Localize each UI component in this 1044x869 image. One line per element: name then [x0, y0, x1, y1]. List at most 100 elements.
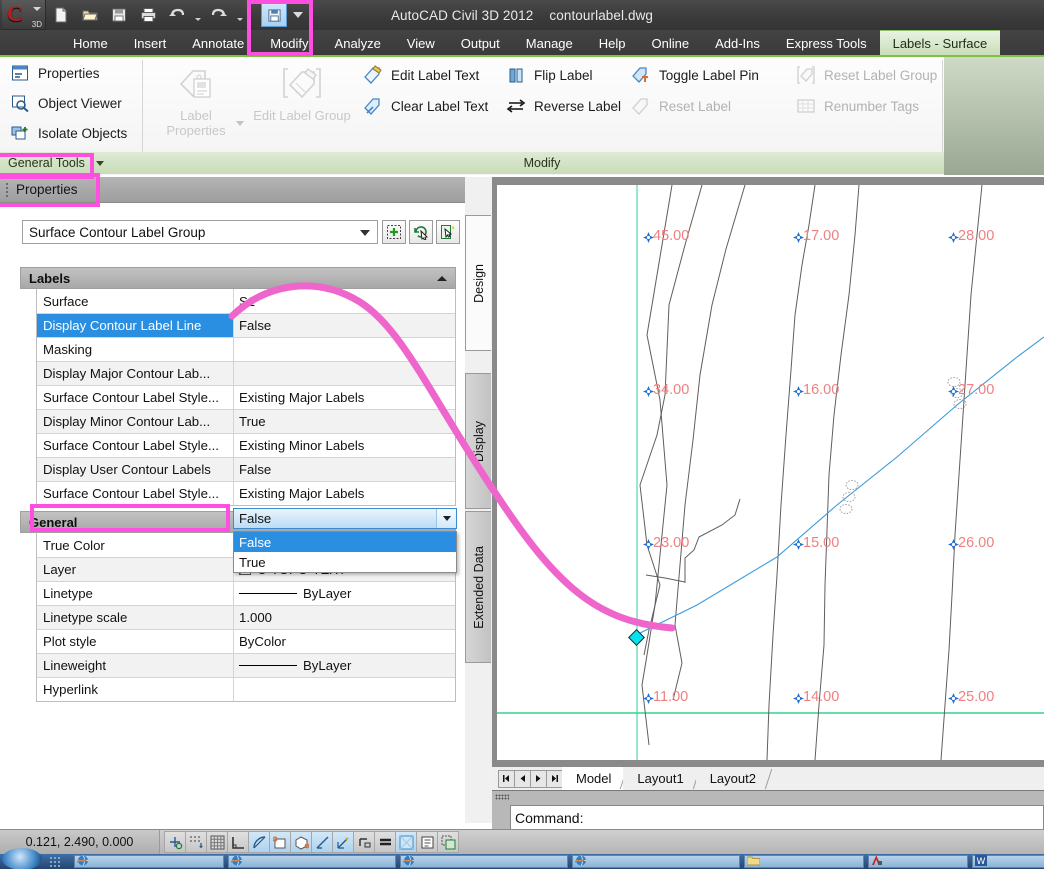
select-objects-icon[interactable]	[409, 220, 433, 244]
ribbon-button-clear-label-text[interactable]: Clear Label Text	[362, 95, 488, 117]
infer-constraints-icon[interactable]	[164, 831, 186, 853]
ribbon-tab-insert[interactable]: Insert	[121, 30, 180, 56]
ribbon-tab-manage[interactable]: Manage	[513, 30, 586, 56]
grid-display-icon[interactable]	[206, 831, 228, 853]
panel-footer-general-tools[interactable]: General Tools	[0, 152, 140, 174]
property-value[interactable]: 1.000	[234, 606, 455, 629]
taskbar-item[interactable]: W	[972, 855, 1044, 868]
object-snap-tracking-icon[interactable]	[311, 831, 333, 853]
chevron-down-icon[interactable]	[360, 230, 370, 236]
palette-tab-extended-data[interactable]: Extended Data	[465, 511, 491, 663]
ribbon-button-toggle-label-pin[interactable]: Toggle Label Pin	[630, 64, 759, 86]
taskbar-item[interactable]	[744, 855, 864, 868]
property-value[interactable]: False	[234, 458, 455, 481]
drawing-canvas[interactable]: 45.0017.0028.0034.0016.0027.0023.0015.00…	[497, 185, 1044, 760]
property-row[interactable]: Display User Contour LabelsFalse	[37, 457, 455, 481]
ribbon-button-reverse-label[interactable]: Reverse Label	[505, 95, 621, 117]
layout-tab-model[interactable]: Model	[562, 767, 623, 791]
ribbon-tab-annotate[interactable]: Annotate	[179, 30, 257, 56]
property-value[interactable]: ByLayer	[234, 654, 455, 677]
command-line-grip-icon[interactable]	[495, 794, 509, 800]
property-row[interactable]: Surface Contour Label Style...Existing M…	[37, 385, 455, 409]
command-input[interactable]: Command:	[510, 805, 1044, 831]
ribbon-button-object-viewer[interactable]: Object Viewer	[10, 93, 122, 113]
properties-palette-title-bar[interactable]: Properties	[0, 177, 472, 203]
property-row[interactable]: LineweightByLayer	[37, 653, 455, 677]
property-value[interactable]: Existing Major Labels	[234, 482, 455, 505]
property-row[interactable]: Display Minor Contour Lab...True	[37, 409, 455, 433]
quick-launch-grip-icon[interactable]	[48, 855, 68, 868]
chevron-up-icon[interactable]	[437, 276, 447, 281]
object-type-selector[interactable]: Surface Contour Label Group	[22, 220, 378, 244]
ribbon-button-flip-label[interactable]: Flip Label	[505, 64, 593, 86]
property-row[interactable]: LinetypeByLayer	[37, 581, 455, 605]
taskbar-item[interactable]	[228, 855, 396, 868]
property-row[interactable]: SurfaceS1	[37, 289, 455, 313]
property-row[interactable]: Surface Contour Label Style...Existing M…	[37, 433, 455, 457]
object-snap-icon[interactable]	[269, 831, 291, 853]
ortho-mode-icon[interactable]	[227, 831, 249, 853]
ribbon-tab-view[interactable]: View	[394, 30, 448, 56]
taskbar-item[interactable]	[572, 855, 740, 868]
property-value[interactable]: Existing Minor Labels	[234, 434, 455, 457]
ribbon-tab-express-tools[interactable]: Express Tools	[773, 30, 880, 56]
3d-object-snap-icon[interactable]	[290, 831, 312, 853]
combo-option-true[interactable]: True	[234, 552, 456, 572]
ribbon-button-edit-label-text[interactable]: Edit Label Text	[362, 64, 479, 86]
property-value[interactable]	[234, 338, 455, 361]
taskbar-item[interactable]	[400, 855, 568, 868]
prev-icon[interactable]	[514, 770, 531, 788]
last-icon[interactable]	[546, 770, 563, 788]
property-row[interactable]: Display Contour Label LineFalse	[37, 313, 455, 337]
ribbon-tab-labels-surface[interactable]: Labels - Surface	[880, 30, 1001, 56]
quick-properties-icon[interactable]	[416, 831, 438, 853]
ribbon-button-isolate-objects[interactable]: Isolate Objects	[10, 123, 127, 143]
quick-select-icon[interactable]	[382, 220, 406, 244]
property-category-labels[interactable]: Labels	[20, 267, 456, 289]
palette-tab-design[interactable]: Design	[465, 215, 491, 351]
dynamic-input-icon[interactable]	[353, 831, 375, 853]
property-value[interactable]: False	[234, 314, 455, 337]
chevron-down-icon[interactable]	[96, 161, 104, 166]
snap-mode-icon[interactable]	[185, 831, 207, 853]
first-icon[interactable]	[498, 770, 515, 788]
property-row[interactable]: Display Major Contour Lab...	[37, 361, 455, 385]
property-row[interactable]: Plot styleByColor	[37, 629, 455, 653]
property-value[interactable]: True	[234, 410, 455, 433]
taskbar-item[interactable]	[868, 855, 968, 868]
polar-tracking-icon[interactable]	[248, 831, 270, 853]
dynamic-ucs-icon[interactable]	[332, 831, 354, 853]
property-value[interactable]	[234, 362, 455, 385]
ribbon-tab-home[interactable]: Home	[60, 30, 121, 56]
palette-grip-icon[interactable]	[5, 182, 9, 198]
ribbon-tab-help[interactable]: Help	[586, 30, 639, 56]
ribbon-tab-modify[interactable]: Modify	[257, 30, 321, 56]
layout-tab-layout1[interactable]: Layout1	[623, 767, 695, 791]
property-row[interactable]: Masking	[37, 337, 455, 361]
ribbon-tab-add-ins[interactable]: Add-Ins	[702, 30, 773, 56]
property-row[interactable]: Surface Contour Label Style...Existing M…	[37, 481, 455, 505]
property-value[interactable]: Existing Major Labels	[234, 386, 455, 409]
ribbon-button-properties[interactable]: Properties	[10, 63, 100, 83]
display-contour-label-line-combo[interactable]: False	[233, 508, 457, 529]
start-button-icon[interactable]	[2, 848, 42, 869]
ribbon-tab-output[interactable]: Output	[448, 30, 513, 56]
property-row[interactable]: Linetype scale1.000	[37, 605, 455, 629]
selection-cycling-icon[interactable]	[437, 831, 459, 853]
next-icon[interactable]	[530, 770, 547, 788]
layout-tab-layout2[interactable]: Layout2	[696, 767, 768, 791]
property-value[interactable]: ByLayer	[234, 582, 455, 605]
property-value[interactable]	[234, 678, 455, 701]
transparency-icon[interactable]	[395, 831, 417, 853]
property-value[interactable]: ByColor	[234, 630, 455, 653]
palette-tab-display[interactable]: Display	[465, 373, 491, 509]
lineweight-icon[interactable]	[374, 831, 396, 853]
quick-properties-icon[interactable]	[436, 220, 460, 244]
chevron-down-icon[interactable]	[436, 509, 456, 528]
taskbar-item[interactable]	[74, 855, 224, 868]
property-row[interactable]: Hyperlink	[37, 677, 455, 701]
property-value[interactable]: S1	[234, 289, 455, 313]
ribbon-tab-online[interactable]: Online	[639, 30, 703, 56]
ribbon-tab-analyze[interactable]: Analyze	[322, 30, 394, 56]
combo-option-false[interactable]: False	[234, 532, 456, 552]
